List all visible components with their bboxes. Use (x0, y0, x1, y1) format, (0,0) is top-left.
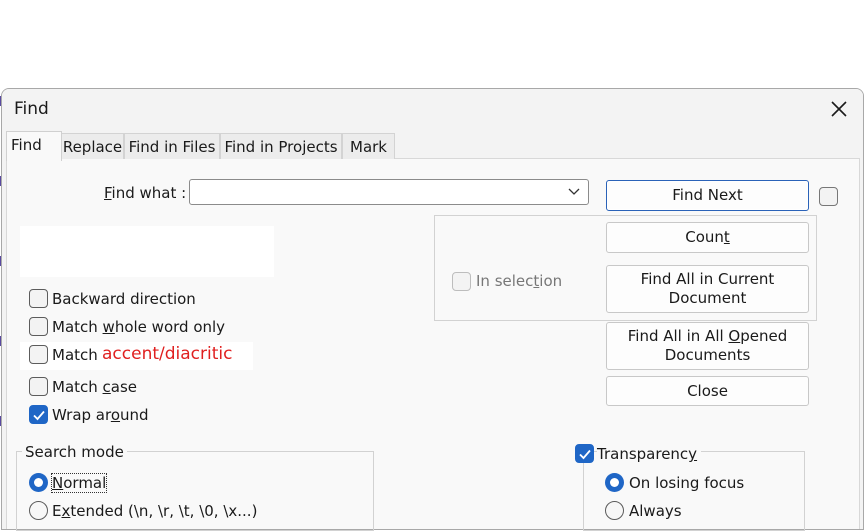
close-icon[interactable] (827, 97, 851, 121)
tab-label: Find in Projects (224, 138, 338, 156)
match-accent-label: Match (52, 346, 98, 364)
search-mode-normal-radio[interactable] (29, 473, 48, 492)
blank-panel (20, 226, 274, 277)
find-all-in-opened-documents-button[interactable]: Find All in All Opened Documents (606, 322, 809, 370)
tab-find-in-files[interactable]: Find in Files (124, 133, 220, 159)
tab-label: Find in Files (128, 138, 216, 156)
match-case-checkbox[interactable] (29, 377, 48, 396)
transparency-label: Transparency (597, 445, 702, 463)
backward-direction-checkbox[interactable] (29, 289, 48, 308)
title-bar: Find (2, 89, 863, 131)
always-radio[interactable] (605, 501, 624, 520)
in-selection-checkbox[interactable] (452, 272, 471, 291)
accent-diacritic-highlight: accent/diacritic (102, 344, 233, 364)
always-label: Always (629, 502, 682, 520)
tab-label: Mark (350, 138, 387, 156)
dialog-title: Find (14, 99, 49, 119)
search-mode-normal-label: Normal (50, 473, 108, 493)
on-losing-focus-radio[interactable] (605, 473, 624, 492)
chevron-down-icon[interactable] (568, 187, 580, 197)
transparency-checkbox[interactable] (575, 444, 594, 463)
tab-mark[interactable]: Mark (342, 133, 395, 159)
in-selection-label: In selection (476, 272, 563, 290)
tab-label: Replace (62, 138, 123, 156)
on-losing-focus-label: On losing focus (629, 474, 745, 492)
match-accent-checkbox[interactable] (29, 345, 48, 364)
checkmark-icon (33, 410, 45, 421)
checkmark-icon (579, 449, 591, 460)
tab-label: Find (11, 136, 42, 154)
tab-find-in-projects[interactable]: Find in Projects (220, 133, 342, 159)
find-what-input[interactable] (194, 182, 558, 204)
search-mode-extended-label: Extended (\n, \r, \t, \0, \x...) (52, 502, 258, 520)
find-next-button[interactable]: Find Next (606, 180, 809, 211)
find-what-combobox[interactable] (189, 179, 589, 205)
search-mode-extended-radio[interactable] (29, 501, 48, 520)
backward-direction-label: Backward direction (52, 290, 196, 308)
match-whole-word-checkbox[interactable] (29, 317, 48, 336)
extra-option-checkbox[interactable] (819, 187, 838, 206)
wrap-around-checkbox[interactable] (29, 405, 48, 424)
wrap-around-label: Wrap around (52, 406, 149, 424)
search-mode-title: Search mode (22, 443, 127, 461)
tab-replace[interactable]: Replace (61, 133, 124, 159)
close-button[interactable]: Close (606, 376, 809, 406)
count-button[interactable]: Count (606, 222, 809, 253)
find-what-label: Find what : (104, 184, 187, 202)
match-whole-word-label: Match whole word only (52, 318, 226, 336)
tab-find[interactable]: Find (6, 131, 62, 161)
match-case-label: Match case (52, 378, 138, 396)
find-all-in-current-document-button[interactable]: Find All in Current Document (606, 265, 809, 313)
